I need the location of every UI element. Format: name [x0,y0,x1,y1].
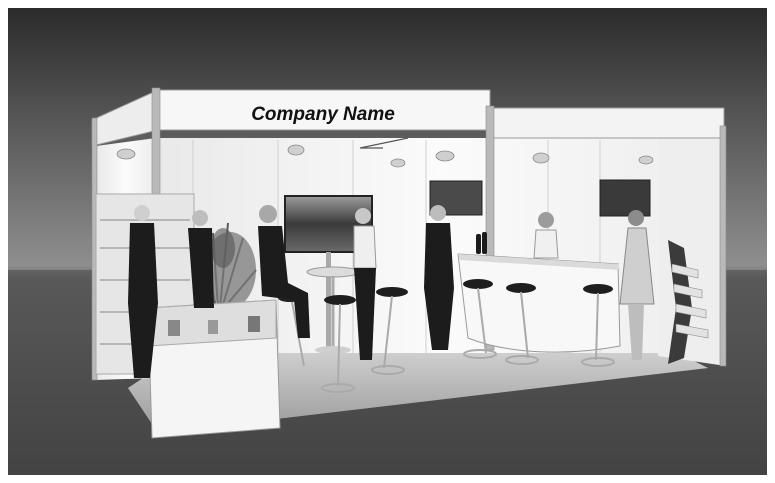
exhibition-booth-render: Company Name [8,8,767,475]
fascia-title: Company Name [251,104,395,125]
display-counter [147,299,281,439]
wall-poster-right [599,179,651,217]
photo-frame: Company Name [8,8,767,475]
fascia-right [489,107,725,139]
